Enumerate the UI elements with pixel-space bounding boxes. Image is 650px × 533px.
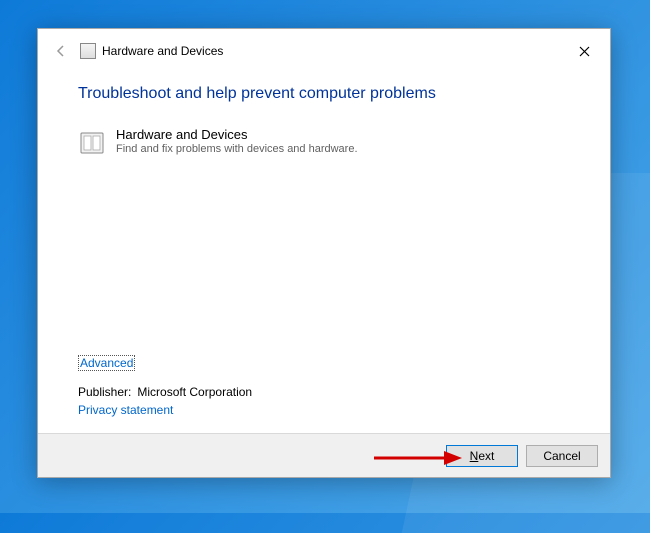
publisher-line: Publisher: Microsoft Corporation [78, 385, 570, 399]
troubleshooter-icon [80, 43, 96, 59]
next-rest: ext [478, 449, 494, 463]
window-title: Hardware and Devices [102, 44, 223, 58]
troubleshooter-name: Hardware and Devices [116, 127, 358, 142]
publisher-value: Microsoft Corporation [137, 385, 252, 399]
close-button[interactable] [564, 37, 604, 65]
publisher-label: Publisher: [78, 385, 131, 399]
troubleshooter-description: Find and fix problems with devices and h… [116, 143, 358, 155]
back-icon [52, 42, 70, 60]
advanced-link[interactable]: Advanced [78, 355, 135, 371]
dialog-footer: Next Cancel [38, 433, 610, 477]
troubleshooter-dialog: Hardware and Devices Troubleshoot and he… [37, 28, 611, 478]
privacy-statement-link[interactable]: Privacy statement [78, 403, 173, 417]
content-area: Troubleshoot and help prevent computer p… [38, 73, 610, 433]
troubleshooter-item: Hardware and Devices Find and fix proble… [78, 127, 570, 157]
close-icon [579, 46, 590, 57]
next-button[interactable]: Next [446, 445, 518, 467]
page-heading: Troubleshoot and help prevent computer p… [78, 85, 570, 103]
troubleshooter-text: Hardware and Devices Find and fix proble… [116, 127, 358, 155]
cancel-button[interactable]: Cancel [526, 445, 598, 467]
hardware-devices-icon [78, 129, 106, 157]
titlebar: Hardware and Devices [38, 29, 610, 73]
